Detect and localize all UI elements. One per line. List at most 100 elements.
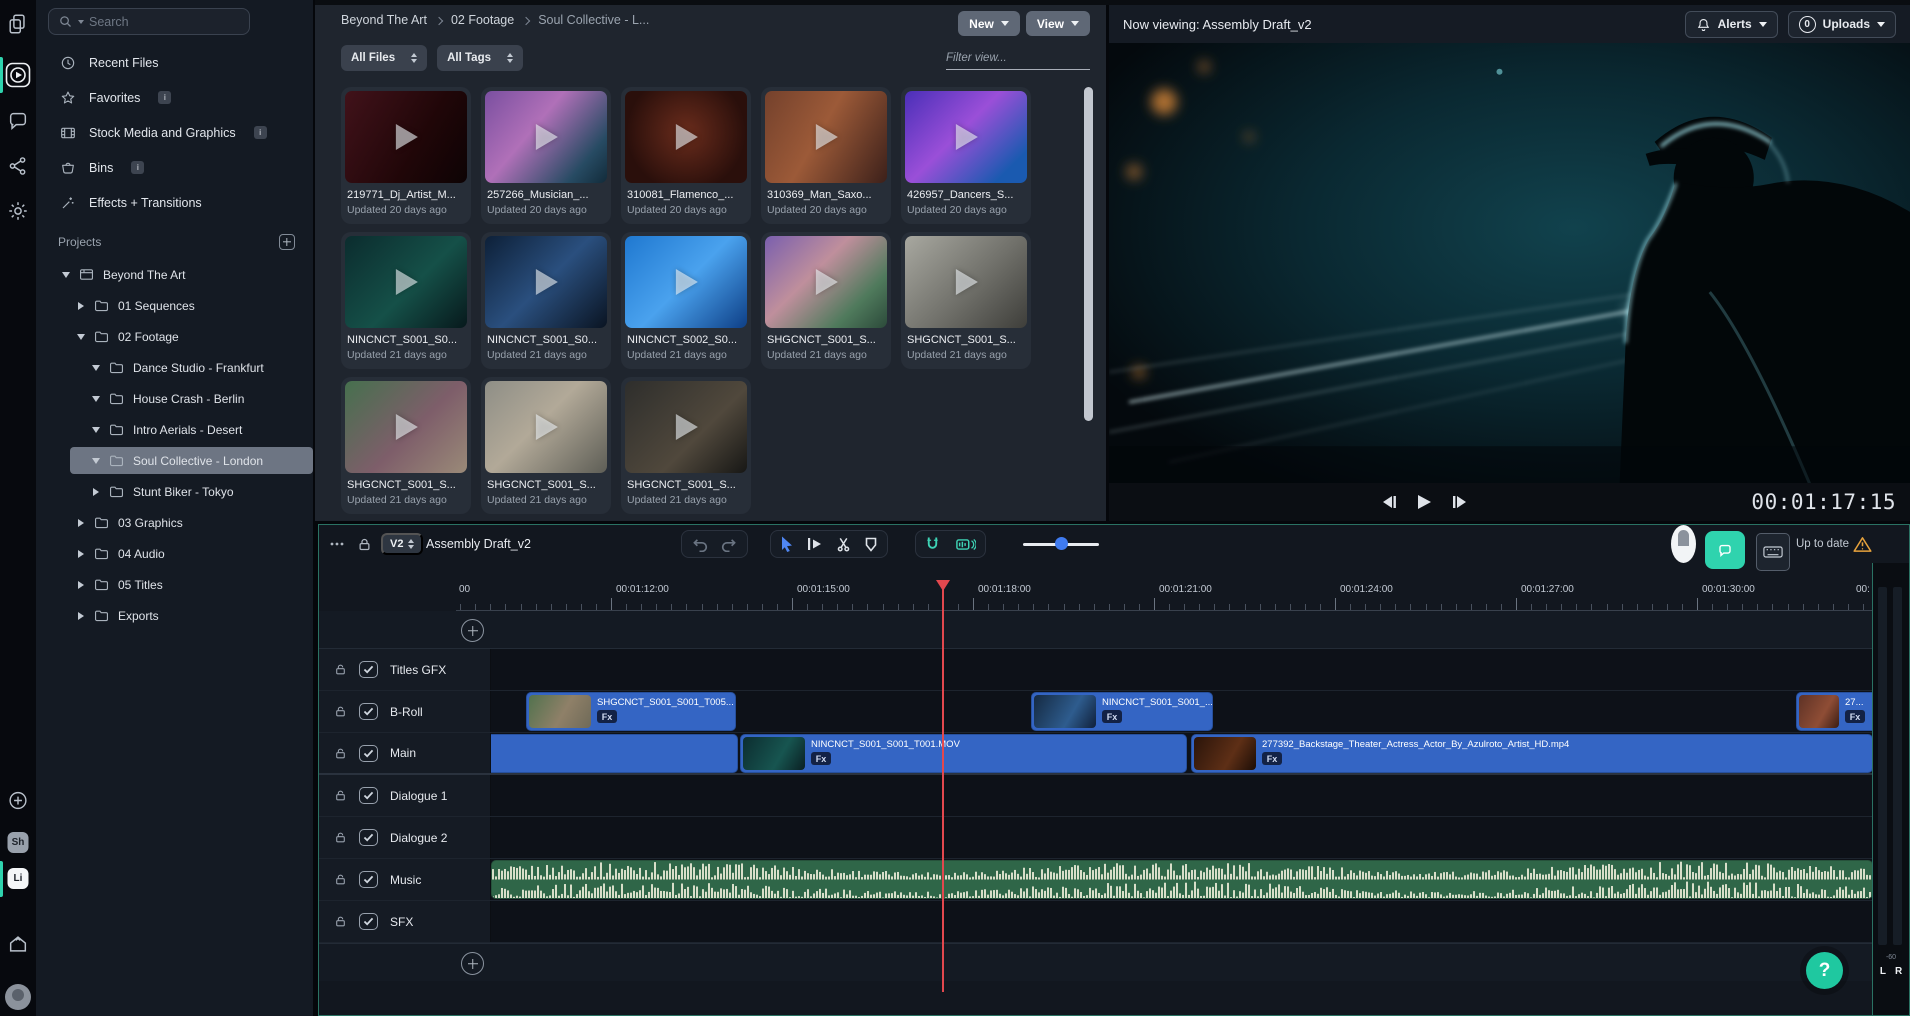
tree-item-stunt-biker-tokyo[interactable]: Stunt Biker - Tokyo: [36, 476, 313, 507]
file-card[interactable]: NINCNCT_S001_S0...Updated 21 days ago: [341, 232, 471, 369]
track-enable-checkbox[interactable]: [359, 787, 378, 804]
insert-tool-icon[interactable]: [807, 537, 823, 551]
track-lock-icon[interactable]: [334, 705, 347, 718]
add-track-button[interactable]: [461, 952, 484, 975]
keyboard-shortcuts-button[interactable]: [1756, 533, 1790, 571]
pages-icon[interactable]: [7, 13, 29, 35]
track-lock-icon[interactable]: [334, 663, 347, 676]
video-clip[interactable]: SHGCNCT_S001_S001_T005...Fx: [526, 692, 736, 731]
version-selector[interactable]: V2: [381, 533, 423, 555]
player-icon[interactable]: [5, 62, 31, 88]
tree-item-intro-aerials-desert[interactable]: Intro Aerials - Desert: [36, 414, 313, 445]
track-enable-checkbox[interactable]: [359, 661, 378, 678]
file-card[interactable]: NINCNCT_S001_S0...Updated 21 days ago: [481, 232, 611, 369]
track-enable-checkbox[interactable]: [359, 745, 378, 762]
sidebar-item-recent-files[interactable]: Recent Files: [36, 45, 313, 80]
file-card[interactable]: SHGCNCT_S001_S...Updated 21 days ago: [901, 232, 1031, 369]
track-lane[interactable]: [491, 901, 1873, 942]
video-clip[interactable]: NINCNCT_S001_S001_...Fx: [1031, 692, 1213, 731]
track-lock-icon[interactable]: [334, 831, 347, 844]
video-clip[interactable]: 277392_Backstage_Theater_Actress_Actor_B…: [1191, 734, 1873, 773]
tree-item-house-crash-berlin[interactable]: House Crash - Berlin: [36, 383, 313, 414]
file-card[interactable]: SHGCNCT_S001_S...Updated 21 days ago: [621, 377, 751, 514]
caret-right-icon[interactable]: [78, 550, 84, 558]
track-enable-checkbox[interactable]: [359, 703, 378, 720]
caret-right-icon[interactable]: [78, 612, 84, 620]
home-icon[interactable]: [7, 933, 29, 955]
track-lock-icon[interactable]: [334, 873, 347, 886]
add-workspace-icon[interactable]: [8, 790, 29, 811]
tree-item-05-titles[interactable]: 05 Titles: [36, 569, 313, 600]
add-track-button[interactable]: [461, 619, 484, 642]
tree-item-03-graphics[interactable]: 03 Graphics: [36, 507, 313, 538]
breadcrumb-item[interactable]: 02 Footage: [451, 13, 514, 27]
caret-down-icon[interactable]: [92, 365, 100, 371]
razor-erase-tool-icon[interactable]: [864, 537, 878, 552]
tags-filter-dropdown[interactable]: All Tags: [437, 45, 523, 71]
redo-icon[interactable]: [721, 537, 738, 552]
zoom-slider-knob[interactable]: [1055, 537, 1068, 550]
track-enable-checkbox[interactable]: [359, 829, 378, 846]
snap-magnet-icon[interactable]: [925, 536, 940, 552]
track-lock-icon[interactable]: [334, 915, 347, 928]
caret-down-icon[interactable]: [62, 272, 70, 278]
tree-item-04-audio[interactable]: 04 Audio: [36, 538, 313, 569]
new-button[interactable]: New: [958, 11, 1020, 36]
track-enable-checkbox[interactable]: [359, 913, 378, 930]
caret-right-icon[interactable]: [93, 488, 99, 496]
chat-icon[interactable]: [7, 110, 29, 132]
undo-icon[interactable]: [691, 537, 708, 552]
track-lane[interactable]: SHGCNCT_S001_S001_T005...Fx NINCNCT_S001_…: [491, 691, 1873, 732]
track-enable-checkbox[interactable]: [359, 871, 378, 888]
sidebar-item-bins[interactable]: Binsi: [36, 150, 313, 185]
video-clip[interactable]: NINCNCT_S001_S001_T001.MOVFx: [740, 734, 1187, 773]
file-card[interactable]: SHGCNCT_S001_S...Updated 21 days ago: [761, 232, 891, 369]
lock-icon[interactable]: [357, 525, 372, 563]
sidebar-item-effects-transitions[interactable]: Effects + Transitions: [36, 185, 313, 220]
files-filter-dropdown[interactable]: All Files: [341, 45, 427, 71]
track-lane[interactable]: NINCNCT_S001_S001_T001.MOVFx277392_Backs…: [491, 733, 1873, 773]
caret-down-icon[interactable]: [92, 396, 100, 402]
track-lane[interactable]: [491, 649, 1873, 690]
breadcrumb-item[interactable]: Beyond The Art: [341, 13, 427, 27]
sidebar-item-favorites[interactable]: Favoritesi: [36, 80, 313, 115]
file-card[interactable]: 219771_Dj_Artist_M...Updated 20 days ago: [341, 87, 471, 224]
file-card[interactable]: 310081_Flamenco_...Updated 20 days ago: [621, 87, 751, 224]
linked-clips-icon[interactable]: [956, 537, 976, 552]
cut-tool-icon[interactable]: [836, 537, 851, 552]
breadcrumb-item[interactable]: Soul Collective - L...: [538, 13, 649, 27]
timeline-ruler[interactable]: 00:01:12:0000:01:15:0000:01:18:0000:01:2…: [456, 581, 1872, 611]
warning-icon[interactable]: [1853, 525, 1872, 563]
settings-gear-icon[interactable]: [7, 200, 29, 222]
file-card[interactable]: NINCNCT_S002_S0...Updated 21 days ago: [621, 232, 751, 369]
tree-item-dance-studio-frankfurt[interactable]: Dance Studio - Frankfurt: [36, 352, 313, 383]
timeline-zoom-slider[interactable]: [1023, 537, 1099, 551]
track-lane[interactable]: [491, 775, 1873, 816]
file-card[interactable]: 426957_Dancers_S...Updated 20 days ago: [901, 87, 1031, 224]
caret-down-icon[interactable]: [77, 334, 85, 340]
tree-item-02-footage[interactable]: 02 Footage: [36, 321, 313, 352]
caret-right-icon[interactable]: [78, 519, 84, 527]
video-viewport[interactable]: [1109, 43, 1910, 483]
track-lock-icon[interactable]: [334, 747, 347, 760]
step-back-button[interactable]: [1381, 495, 1397, 509]
filter-view-input[interactable]: Filter view...: [946, 46, 1090, 70]
uploads-button[interactable]: 0 Uploads: [1788, 11, 1896, 38]
caret-right-icon[interactable]: [78, 302, 84, 310]
alerts-button[interactable]: Alerts: [1685, 11, 1778, 38]
tree-item-01-sequences[interactable]: 01 Sequences: [36, 290, 313, 321]
tree-item-soul-collective-london[interactable]: Soul Collective - London: [36, 445, 313, 476]
playhead[interactable]: [942, 580, 944, 992]
tree-item-exports[interactable]: Exports: [36, 600, 313, 631]
timeline-menu-icon[interactable]: [329, 525, 345, 563]
user-avatar[interactable]: [5, 984, 31, 1010]
step-forward-button[interactable]: [1452, 495, 1468, 509]
grid-scrollbar[interactable]: [1084, 87, 1093, 421]
video-clip[interactable]: [491, 734, 738, 773]
file-card[interactable]: SHGCNCT_S001_S...Updated 21 days ago: [481, 377, 611, 514]
share-icon[interactable]: [7, 155, 29, 177]
track-lock-icon[interactable]: [334, 789, 347, 802]
file-card[interactable]: 257266_Musician_...Updated 20 days ago: [481, 87, 611, 224]
view-button[interactable]: View: [1026, 11, 1090, 36]
track-lane[interactable]: [491, 817, 1873, 858]
